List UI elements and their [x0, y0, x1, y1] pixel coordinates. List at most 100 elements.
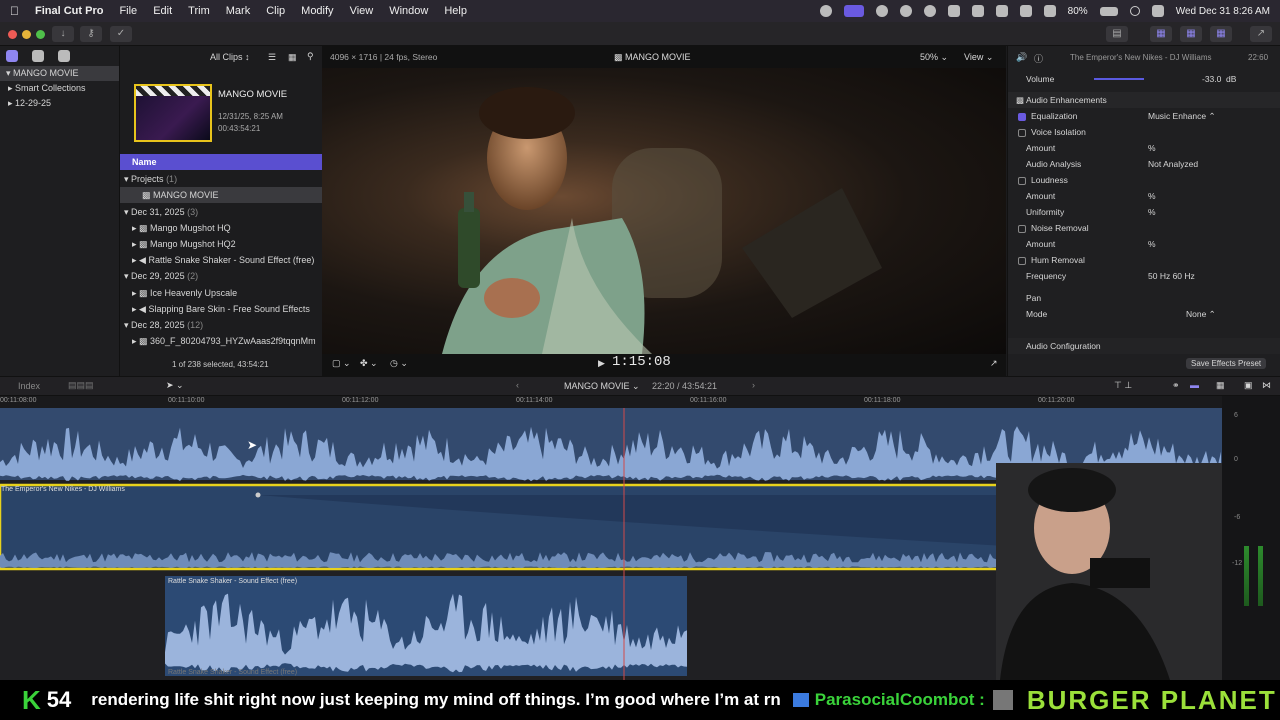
clip-appearance-icon[interactable]: ▤▤▤ [68, 380, 94, 391]
group-dec28[interactable]: ▾ Dec 28, 2025 (12) [120, 317, 323, 333]
effects-browser-icon[interactable]: ▣ [1244, 380, 1253, 391]
clip-appearance-toggle-icon[interactable]: ▦ [1216, 380, 1225, 391]
app-menu[interactable]: Final Cut Pro [35, 5, 103, 17]
history-back-icon[interactable]: ‹ [516, 380, 519, 390]
inspector-row[interactable]: Frequency 50 Hz 60 Hz [1008, 268, 1280, 284]
menu-mark[interactable]: Mark [226, 5, 250, 17]
mode-dropdown[interactable]: None ⌃ [1186, 306, 1216, 322]
background-tasks-icon[interactable]: ✓ [110, 26, 132, 42]
menu-edit[interactable]: Edit [153, 5, 172, 17]
sidebar-item-smart-collections[interactable]: ▸ Smart Collections [0, 81, 119, 96]
list-item[interactable]: ▸ ▩ 360_F_80204793_HYZwAaas2f9tqqnMm [120, 333, 323, 349]
list-item[interactable]: ▸ ◀ Slapping Bare Skin - Free Sound Effe… [120, 301, 323, 317]
checkbox[interactable] [1018, 112, 1026, 121]
inspector-row[interactable]: Amount% [1008, 236, 1280, 252]
menu-window[interactable]: Window [389, 5, 428, 17]
view-dropdown[interactable]: View ⌄ [964, 52, 993, 63]
inspector-row[interactable]: Voice Isolation [1008, 124, 1280, 140]
index-tab[interactable]: Index [18, 381, 40, 391]
inspector-row[interactable]: Amount% [1008, 140, 1280, 156]
group-dec29[interactable]: ▾ Dec 29, 2025 (2) [120, 268, 323, 284]
menu-clip[interactable]: Clip [266, 5, 285, 17]
globe-icon[interactable] [875, 5, 888, 17]
transitions-icon[interactable]: ⋈ [1262, 380, 1271, 391]
search-icon[interactable] [1129, 6, 1140, 16]
inspector-row-value[interactable]: 50 Hz 60 Hz [1148, 268, 1195, 284]
volume-slider[interactable] [1094, 78, 1144, 80]
libraries-tab-icon[interactable] [6, 50, 18, 62]
speaker-icon[interactable] [947, 5, 960, 17]
menu-file[interactable]: File [119, 5, 137, 17]
info-icon[interactable]: ⓘ [1034, 52, 1043, 65]
status-icon[interactable] [819, 5, 832, 17]
sidebar-item-event[interactable]: ▸ 12-29-25 [0, 96, 119, 111]
wifi-icon[interactable] [1043, 5, 1056, 17]
control-center-icon[interactable] [1151, 5, 1164, 17]
import-icon[interactable]: ↓ [52, 26, 74, 42]
search-icon[interactable]: ⚲ [307, 51, 314, 62]
inspector-row[interactable]: Loudness [1008, 172, 1280, 188]
inspector-row-value[interactable]: % [1148, 236, 1156, 252]
browser-toggle-icon[interactable]: ▦ [1150, 26, 1172, 42]
record-icon[interactable] [899, 5, 912, 17]
save-effects-preset-button[interactable]: Save Effects Preset [1186, 358, 1267, 369]
inspector-row-value[interactable]: % [1148, 188, 1156, 204]
photos-tab-icon[interactable] [32, 50, 44, 62]
list-item[interactable]: ▸ ▩ Ice Heavenly Upscale [120, 285, 323, 301]
battery-percent[interactable]: 80% [1068, 6, 1088, 17]
history-forward-icon[interactable]: › [752, 380, 755, 390]
fullscreen-icon[interactable]: ↗ [990, 358, 998, 369]
timeline-toggle-icon[interactable]: ▦ [1180, 26, 1202, 42]
menu-trim[interactable]: Trim [188, 5, 210, 17]
name-column-header[interactable]: Name [120, 154, 323, 170]
zoom-dropdown[interactable]: 50% ⌄ [920, 52, 948, 63]
clip-filter-dropdown[interactable]: All Clips ↕ [210, 52, 250, 62]
menu-modify[interactable]: Modify [301, 5, 333, 17]
inspector-row[interactable]: Audio Analysis Not Analyzed [1008, 156, 1280, 172]
inspector-row-value[interactable]: Not Analyzed [1148, 156, 1198, 172]
volume-value[interactable]: -33.0 [1202, 71, 1221, 87]
list-item[interactable]: ▸ ▩ Mango Mugshot HQ [120, 220, 323, 236]
titles-tab-icon[interactable] [58, 50, 70, 62]
inspector-row[interactable]: Noise Removal [1008, 220, 1280, 236]
clipboard-icon[interactable] [995, 5, 1008, 17]
list-item[interactable]: ▸ ◀ Rattle Snake Shaker - Sound Effect (… [120, 252, 323, 268]
group-projects[interactable]: ▾ Projects (1) [120, 171, 323, 187]
list-item[interactable]: ▸ ▩ Mango Mugshot HQ2 [120, 236, 323, 252]
menu-help[interactable]: Help [444, 5, 467, 17]
project-thumbnail[interactable] [134, 84, 212, 142]
list-view-icon[interactable]: ☰ [268, 52, 276, 63]
zoom-icon[interactable]: ⊤ ⊥ [1114, 380, 1132, 391]
inspector-row[interactable]: Equalization Music Enhance ⌃ [1008, 108, 1280, 124]
audio-inspector-icon[interactable]: 🔊 [1016, 52, 1027, 63]
list-item[interactable]: ▩ MANGO MOVIE [120, 187, 323, 203]
view-options-icon[interactable]: ▢ ⌄ [332, 358, 351, 369]
apple-icon[interactable]:  [10, 4, 19, 18]
audio-enhancements-header[interactable]: ▩ Audio Enhancements [1008, 92, 1280, 108]
share-icon[interactable]: ↗ [1250, 26, 1272, 42]
audio-configuration[interactable]: Audio Configuration [1008, 338, 1280, 354]
headphones-icon[interactable]: ⚭ [1172, 380, 1180, 391]
clock[interactable]: Wed Dec 31 8:26 AM [1176, 6, 1270, 17]
zoom-window-button[interactable] [36, 30, 45, 39]
checkbox[interactable] [1018, 256, 1026, 265]
play-button[interactable]: ▶ [598, 358, 605, 369]
group-dec31[interactable]: ▾ Dec 31, 2025 (3) [120, 204, 323, 220]
timeline-ruler[interactable]: 00:11:08:00 00:11:10:00 00:11:12:00 00:1… [0, 396, 1222, 408]
select-tool-icon[interactable]: ➤ ⌄ [166, 380, 184, 391]
inspector-toggle-icon[interactable]: ▦ [1210, 26, 1232, 42]
video-frame[interactable] [322, 68, 1006, 354]
keyframe-handle[interactable] [255, 492, 261, 498]
timeline[interactable]: The Emperor's New Nikes - DJ Williams Ra… [0, 408, 1222, 680]
keywords-icon[interactable]: ⚷ [80, 26, 102, 42]
checkbox[interactable] [1018, 176, 1026, 185]
battery-icon[interactable] [1099, 6, 1118, 16]
project-name-dropdown[interactable]: MANGO MOVIE ⌄ [564, 381, 640, 392]
inspector-row-value[interactable]: % [1148, 140, 1156, 156]
checkbox[interactable] [1018, 224, 1026, 233]
inspector-row[interactable]: Hum Removal [1008, 252, 1280, 268]
snapping-icon[interactable]: ▬ [1190, 380, 1199, 390]
play-icon[interactable] [923, 5, 936, 17]
timecode-display[interactable]: 1:15:08 [612, 354, 671, 370]
inspector-row[interactable]: Amount% [1008, 188, 1280, 204]
